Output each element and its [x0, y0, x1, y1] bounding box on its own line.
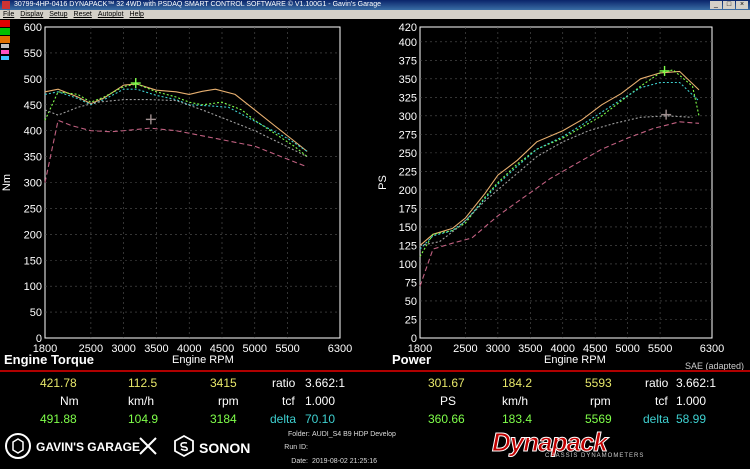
power-ytick-10: 250 [399, 148, 417, 160]
torque-ratio-value: 3.662:1 [305, 376, 346, 390]
power-delta-label: delta [643, 412, 670, 426]
brand-sonon: SONON [199, 440, 251, 456]
power-xtick-6: 5000 [615, 343, 639, 355]
power-rpm-2: 5569 [585, 412, 612, 426]
power-unit-kmh: km/h [502, 394, 529, 408]
power-ytick-13: 325 [399, 92, 417, 104]
brand-gavins-garage: GAVIN'S GARAGE [36, 440, 140, 454]
torque-delta-value: 70.10 [305, 412, 336, 426]
torque-ytick-12: 600 [24, 22, 42, 34]
torque-xtick-2: 3000 [111, 343, 135, 355]
power-ytick-16: 400 [399, 37, 417, 49]
torque-tcf-label: tcf [282, 394, 295, 408]
power-ytick-12: 300 [399, 111, 417, 123]
power-panel-title: Power [392, 352, 432, 367]
torque-ytick-11: 550 [24, 48, 42, 60]
power-unit-ps: PS [440, 394, 457, 408]
power-ratio-value: 3.662:1 [676, 376, 717, 390]
torque-xtick-7: 5500 [275, 343, 299, 355]
torque-ytick-7: 350 [24, 152, 42, 164]
power-ytick-17: 420 [399, 22, 417, 34]
power-ytick-1: 25 [405, 314, 417, 326]
torque-ytick-3: 150 [24, 255, 42, 267]
dyno-charts: 0501001502002503003504004505005506001800… [1, 22, 724, 355]
dynapack-logo-subtitle: CHASSIS DYNAMOMETERS [545, 453, 645, 459]
torque-value-2: 491.88 [40, 412, 77, 426]
power-xtick-7: 5500 [648, 343, 672, 355]
power-speed-2: 183.4 [502, 412, 533, 426]
power-rpm-1: 5593 [585, 376, 612, 390]
torque-yaxis-label: Nm [1, 174, 13, 191]
torque-rpm-2: 3184 [210, 412, 237, 426]
torque-ytick-10: 500 [24, 74, 42, 86]
torque-ytick-1: 50 [30, 307, 42, 319]
gavins-garage-logo-icon [5, 433, 31, 459]
power-yaxis-label: PS [377, 175, 389, 190]
power-plot-area [419, 26, 713, 339]
power-ytick-6: 150 [399, 222, 417, 234]
power-xaxis-label: Engine RPM [544, 354, 606, 366]
power-ytick-5: 125 [399, 240, 417, 252]
sonon-logo-icon [174, 434, 194, 458]
torque-panel-title: Engine Torque [4, 352, 95, 367]
torque-tcf-value: 1.000 [305, 394, 336, 408]
torque-delta-label: delta [270, 412, 297, 426]
torque-unit-kmh: km/h [128, 394, 155, 408]
power-xtick-1: 2500 [453, 343, 477, 355]
torque-ytick-9: 450 [24, 100, 42, 112]
power-ytick-2: 50 [405, 296, 417, 308]
power-xtick-8: 6300 [700, 343, 724, 355]
torque-ytick-5: 250 [24, 203, 42, 215]
folder-value: AUDI_S4 B9 HDP Develop [312, 431, 396, 438]
date-label: Date: [291, 458, 308, 465]
power-ytick-15: 375 [399, 55, 417, 67]
power-ytick-4: 100 [399, 259, 417, 271]
torque-xtick-8: 6300 [328, 343, 352, 355]
torque-ytick-2: 100 [24, 281, 42, 293]
power-xtick-3: 3500 [518, 343, 542, 355]
torque-ytick-6: 300 [24, 178, 42, 190]
power-delta-value: 58.99 [676, 412, 707, 426]
torque-speed-2: 104.9 [128, 412, 159, 426]
power-xtick-2: 3000 [486, 343, 510, 355]
torque-ratio-label: ratio [272, 376, 296, 390]
torque-xaxis-label: Engine RPM [172, 354, 234, 366]
power-ytick-3: 75 [405, 277, 417, 289]
power-value-2: 360.66 [428, 412, 465, 426]
folder-label: Folder: [288, 431, 310, 438]
cross-icon [139, 437, 157, 455]
torque-xtick-6: 5000 [243, 343, 267, 355]
torque-xtick-3: 3500 [144, 343, 168, 355]
power-ratio-label: ratio [645, 376, 669, 390]
power-tcf-label: tcf [655, 394, 668, 408]
torque-speed-1: 112.5 [128, 376, 158, 390]
torque-value-1: 421.78 [40, 376, 77, 390]
torque-rpm-1: 3415 [210, 376, 237, 390]
power-speed-1: 184.2 [502, 376, 533, 390]
power-value-1: 301.67 [428, 376, 465, 390]
power-tcf-value: 1.000 [676, 394, 707, 408]
power-ytick-8: 200 [399, 185, 417, 197]
torque-ytick-8: 400 [24, 126, 42, 138]
power-ytick-9: 225 [399, 166, 417, 178]
power-ytick-7: 175 [399, 203, 417, 215]
runid-label: Run ID: [284, 444, 308, 451]
readout-divider [0, 370, 750, 372]
date-value: 2019-08-02 21:25:16 [312, 458, 377, 465]
torque-ytick-4: 200 [24, 229, 42, 241]
power-ytick-11: 275 [399, 129, 417, 141]
torque-unit-nm: Nm [60, 394, 79, 408]
torque-unit-rpm: rpm [218, 394, 239, 408]
power-unit-rpm: rpm [590, 394, 611, 408]
power-ytick-14: 350 [399, 74, 417, 86]
